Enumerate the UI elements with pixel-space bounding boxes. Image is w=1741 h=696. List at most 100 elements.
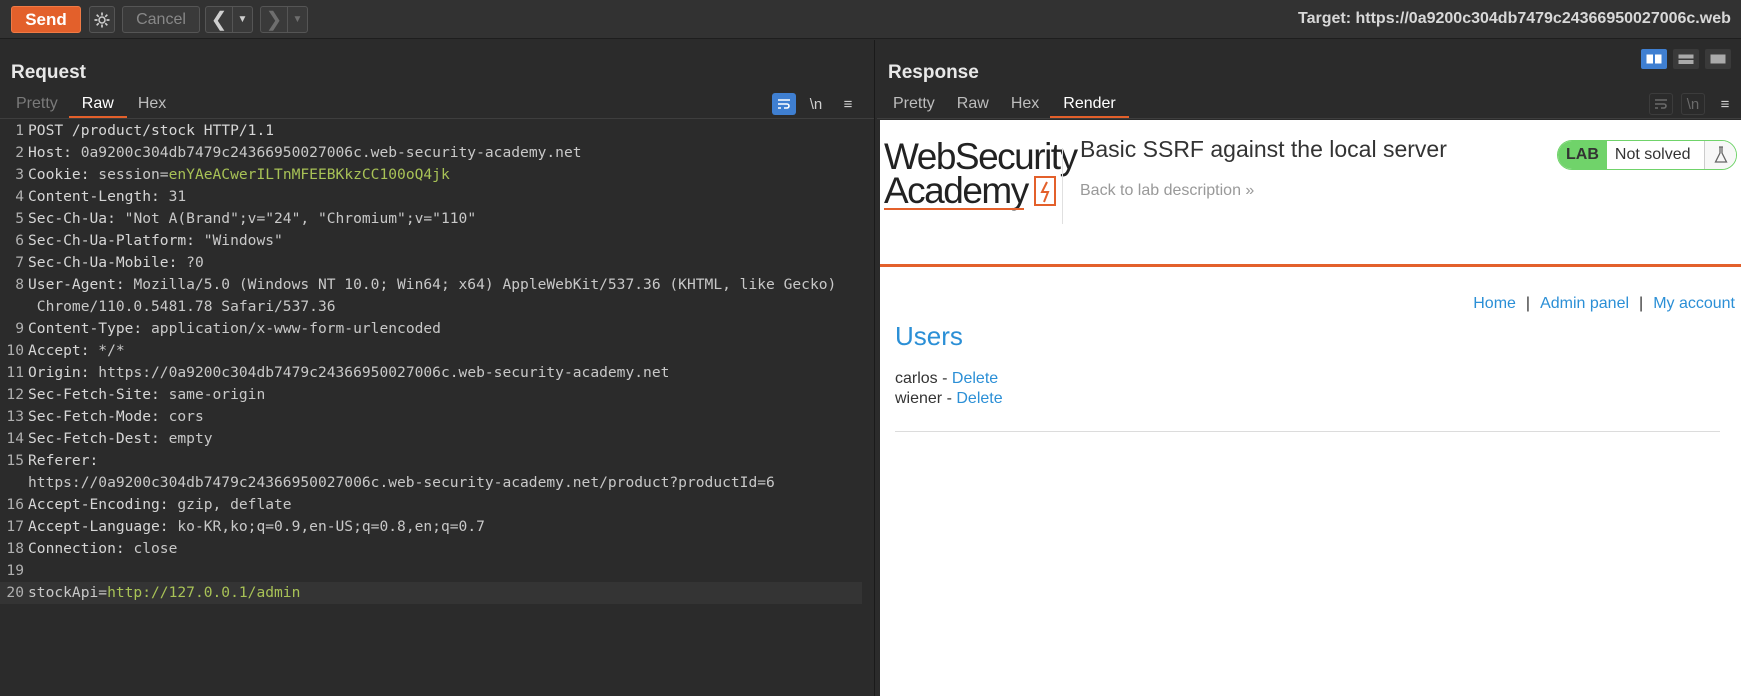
double-chevron-right-icon: » (1240, 182, 1255, 199)
header-rule (880, 264, 1741, 267)
editor-line[interactable]: 6 Sec-Ch-Ua-Platform: "Windows" (0, 230, 874, 252)
chevron-right-icon[interactable]: ❯ (261, 7, 287, 32)
show-newlines-icon[interactable]: \n (804, 93, 828, 115)
editor-line[interactable]: 3 Cookie: session=enYAeACwerILTnMFEEBKkzC… (0, 164, 874, 186)
content-divider (895, 431, 1720, 432)
user-dash: - (942, 390, 957, 407)
code-token: session= (98, 166, 169, 183)
menu-icon[interactable]: ≡ (836, 93, 860, 115)
split-horizontal-icon[interactable] (1641, 49, 1667, 69)
editor-line[interactable]: 14 Sec-Fetch-Dest: empty (0, 428, 874, 450)
cancel-button[interactable]: Cancel (122, 6, 200, 33)
user-name: carlos (895, 370, 938, 387)
editor-line[interactable]: 5 Sec-Ch-Ua: "Not A(Brand";v="24", "Chrom… (0, 208, 874, 230)
code-token: Sec-Ch-Ua: (28, 210, 125, 227)
editor-line[interactable]: 2 Host: 0a9200c304db7479c24366950027006c.… (0, 142, 874, 164)
response-title: Response (888, 62, 979, 83)
editor-line[interactable]: 1 POST /product/stock HTTP/1.1 (0, 120, 874, 142)
list-item: wiener - Delete (895, 390, 1003, 408)
editor-line[interactable]: 7 Sec-Ch-Ua-Mobile: ?0 (0, 252, 874, 274)
back-nav-group[interactable]: ❮ ▼ (205, 6, 253, 33)
tab-hex[interactable]: Hex (1000, 94, 1050, 118)
menu-icon[interactable]: ≡ (1713, 93, 1737, 115)
editor-line[interactable]: 8 User-Agent: Mozilla/5.0 (Windows NT 10.… (0, 274, 874, 296)
wrap-lines-icon[interactable] (772, 93, 796, 115)
show-newlines-icon[interactable]: \n (1681, 93, 1705, 115)
line-code: Content-Type: application/x-www-form-url… (28, 318, 441, 340)
list-item: carlos - Delete (895, 370, 998, 388)
tab-pretty[interactable]: Pretty (882, 94, 946, 118)
code-token: 0a9200c304db7479c24366950027006c.web-sec… (80, 144, 582, 161)
editor-line[interactable]: https://0a9200c304db7479c24366950027006c… (0, 472, 874, 494)
code-token: gzip, deflate (177, 496, 292, 513)
layout-toggle (1641, 49, 1731, 69)
logo-line-1: WebSecurity (884, 136, 1078, 177)
line-code: Connection: close (28, 538, 177, 560)
line-number: 6 (15, 232, 24, 249)
code-token: 31 (168, 188, 187, 205)
editor-line[interactable]: 4 Content-Length: 31 (0, 186, 874, 208)
code-token: Accept-Language: (28, 518, 178, 535)
editor-line[interactable]: 18 Connection: close (0, 538, 874, 560)
split-vertical-icon[interactable] (1673, 49, 1699, 69)
send-button[interactable]: Send (11, 6, 81, 33)
home-link[interactable]: Home (1473, 295, 1516, 313)
line-code: Sec-Ch-Ua-Mobile: ?0 (28, 252, 204, 274)
tab-raw[interactable]: Raw (946, 94, 1000, 118)
line-code: Referer: (28, 450, 107, 472)
editor-line[interactable]: 13 Sec-Fetch-Mode: cors (0, 406, 874, 428)
editor-line[interactable]: 19 (0, 560, 874, 582)
editor-line[interactable]: 16 Accept-Encoding: gzip, deflate (0, 494, 874, 516)
editor-line[interactable]: 10 Accept: */* (0, 340, 874, 362)
back-to-lab-link[interactable]: Back to lab description » (1080, 182, 1254, 200)
code-token: Host: (28, 144, 81, 161)
editor-line[interactable]: 11 Origin: https://0a9200c304db7479c24366… (0, 362, 874, 384)
target-label: Target: https://0a9200c304db7479c2436695… (1298, 10, 1731, 27)
line-code: Origin: https://0a9200c304db7479c2436695… (28, 362, 669, 384)
forward-nav-group[interactable]: ❯ ▼ (260, 6, 308, 33)
logo-underline (884, 208, 1024, 210)
admin-panel-link[interactable]: Admin panel (1540, 295, 1629, 313)
request-editor[interactable]: 1 POST /product/stock HTTP/1.1 2 Host: 0a92… (0, 120, 874, 696)
code-token: User-Agent: (28, 276, 134, 293)
editor-line[interactable]: 15 Referer: (0, 450, 874, 472)
header-divider (1062, 148, 1063, 224)
tab-render[interactable]: Render (1050, 94, 1129, 118)
code-token: Content-Type: (28, 320, 152, 337)
forward-dropdown-icon[interactable]: ▼ (287, 7, 307, 32)
code-token: Cookie: (28, 166, 99, 183)
chevron-left-icon[interactable]: ❮ (206, 7, 232, 32)
editor-line[interactable]: 12 Sec-Fetch-Site: same-origin (0, 384, 874, 406)
editor-line[interactable]: Chrome/110.0.5481.78 Safari/537.36 (0, 296, 874, 318)
code-token: Sec-Ch-Ua-Platform: (28, 232, 204, 249)
code-token: ?0 (186, 254, 204, 271)
line-code: https://0a9200c304db7479c24366950027006c… (28, 472, 775, 494)
delete-user-link[interactable]: Delete (952, 370, 998, 387)
tab-pretty[interactable]: Pretty (5, 94, 69, 118)
line-code: Accept-Language: ko-KR,ko;q=0.9,en-US;q=… (28, 516, 485, 538)
response-panel: Response Pretty Raw Hex Render \n ≡ WebS… (877, 40, 1741, 696)
code-token: ko-KR,ko;q=0.9,en-US;q=0.8,en;q=0.7 (177, 518, 485, 535)
editor-line[interactable]: 9 Content-Type: application/x-www-form-ur… (0, 318, 874, 340)
tab-raw[interactable]: Raw (68, 94, 127, 118)
code-token: enYAeACwerILTnMFEEBKkzCC100oQ4jk (168, 166, 450, 183)
code-token: Sec-Fetch-Mode: (28, 408, 169, 425)
settings-gear-icon[interactable] (89, 6, 115, 33)
tabbed-view-icon[interactable] (1705, 49, 1731, 69)
back-dropdown-icon[interactable]: ▼ (232, 7, 252, 32)
line-code: Content-Length: 31 (28, 186, 186, 208)
nav-separator: | (1525, 295, 1531, 312)
code-token: stockApi= (28, 584, 108, 601)
delete-user-link[interactable]: Delete (956, 390, 1002, 407)
wrap-lines-icon[interactable] (1649, 93, 1673, 115)
tab-hex[interactable]: Hex (127, 94, 177, 118)
editor-line[interactable]: 20 stockApi=http://127.0.0.1/admin (0, 582, 862, 604)
users-heading: Users (895, 321, 963, 351)
line-code: Sec-Fetch-Dest: empty (28, 428, 213, 450)
lab-label: LAB (1558, 141, 1607, 169)
line-number: 11 (6, 364, 24, 381)
line-number: 18 (6, 540, 24, 557)
line-code: stockApi=http://127.0.0.1/admin (28, 582, 300, 604)
editor-line[interactable]: 17 Accept-Language: ko-KR,ko;q=0.9,en-US;… (0, 516, 874, 538)
my-account-link[interactable]: My account (1653, 295, 1735, 313)
